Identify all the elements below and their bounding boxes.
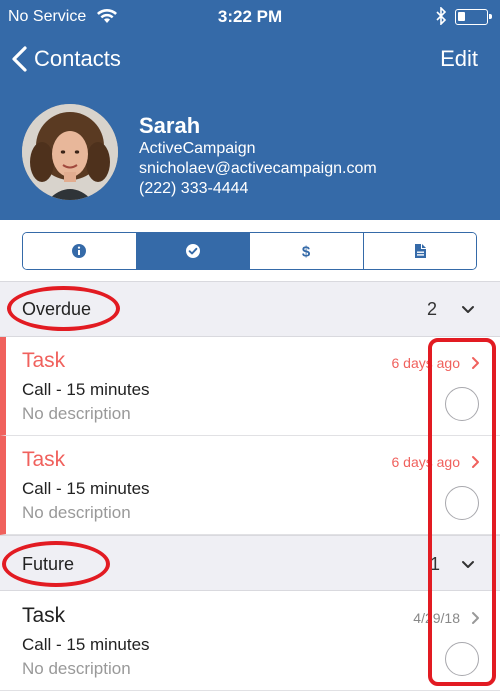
contact-name: Sarah (139, 113, 201, 138)
task-description: No description (22, 659, 131, 678)
task-description: No description (22, 503, 131, 522)
avatar (22, 104, 118, 200)
edit-button[interactable]: Edit (440, 46, 478, 72)
tab-notes[interactable] (363, 233, 476, 269)
contact-email[interactable]: snicholaev@activecampaign.com (139, 160, 377, 178)
annotation-checkbox-column-highlight (428, 338, 496, 686)
bluetooth-icon (436, 7, 447, 25)
task-type: Call - 15 minutes (22, 635, 150, 654)
back-button[interactable]: Contacts (10, 44, 121, 74)
annotation-overdue-highlight (7, 286, 120, 331)
tab-deals[interactable]: $ (250, 233, 364, 269)
battery-icon (455, 9, 492, 25)
back-button-label: Contacts (34, 46, 121, 71)
task-row[interactable]: Task Call - 15 minutes No description 6 … (0, 337, 500, 436)
tab-bar: $ (0, 220, 500, 280)
contact-header: No Service 3:22 PM Contacts Edit Sarah A… (0, 0, 500, 220)
tab-info[interactable] (23, 233, 137, 269)
document-icon (414, 244, 426, 258)
task-row[interactable]: Task Call - 15 minutes No description 4/… (0, 592, 500, 691)
task-title: Task (22, 349, 66, 372)
overdue-count: 2 (427, 299, 438, 319)
info-icon (72, 244, 87, 258)
svg-text:$: $ (302, 244, 311, 260)
checkmark-icon (185, 244, 200, 258)
contact-company: ActiveCampaign (139, 140, 256, 157)
task-type: Call - 15 minutes (22, 380, 150, 399)
segmented-control: $ (22, 232, 477, 270)
chevron-left-icon (12, 46, 27, 72)
status-bar: No Service 3:22 PM (0, 0, 500, 34)
task-row[interactable]: Task Call - 15 minutes No description 6 … (0, 436, 500, 535)
annotation-future-highlight (2, 541, 110, 587)
dollar-icon: $ (302, 244, 311, 260)
chevron-down-icon[interactable] (461, 305, 475, 315)
task-title: Task (22, 448, 66, 471)
task-title: Task (22, 604, 66, 627)
clock-label: 3:22 PM (217, 7, 283, 26)
contact-phone[interactable]: (222) 333-4444 (139, 180, 248, 198)
tab-tasks[interactable] (136, 233, 250, 269)
task-description: No description (22, 404, 131, 423)
task-type: Call - 15 minutes (22, 479, 150, 498)
